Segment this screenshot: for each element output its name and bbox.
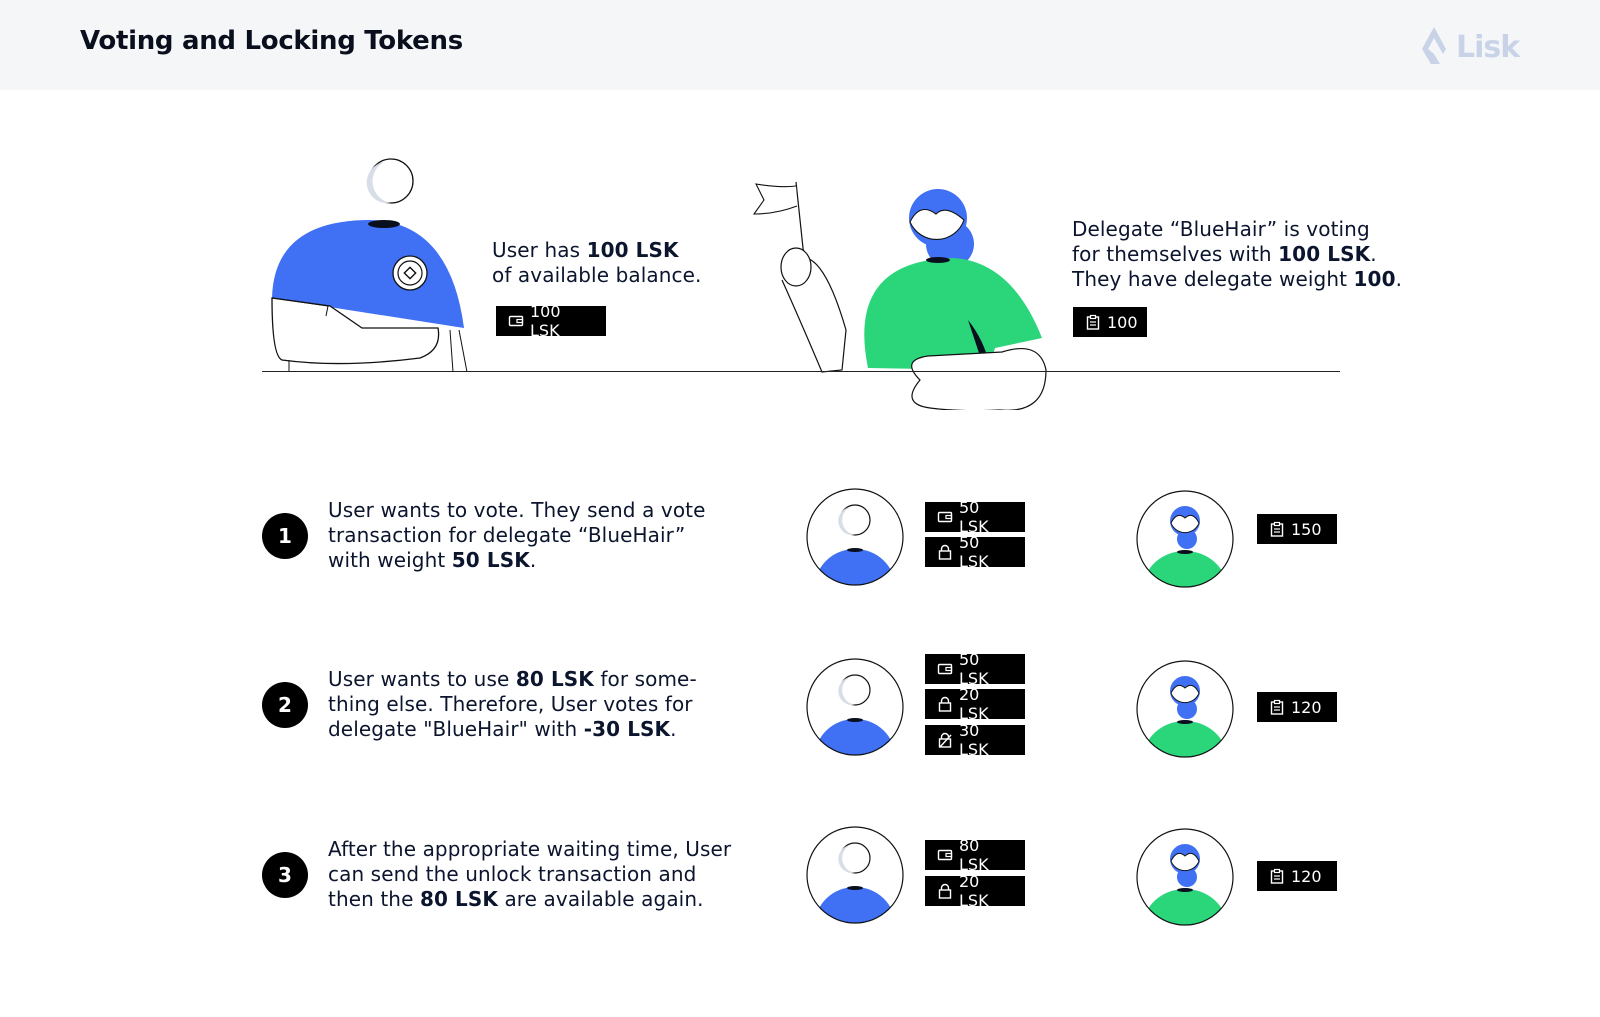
delegate-intro-line1: Delegate “BlueHair” is voting [1072, 217, 1370, 241]
page-title: Voting and Locking Tokens [80, 26, 463, 56]
user-avatar [806, 826, 904, 924]
step-1-number: 1 [262, 513, 308, 559]
step-3-wallet-tag: 80 LSK [925, 836, 1025, 874]
step-2-text: User wants to use 80 LSK for some- thing… [328, 667, 697, 742]
delegate-weight-value: 100 [1107, 312, 1138, 332]
step-2-line3-bold: -30 LSK [583, 717, 671, 741]
step-1-line3-pre: with weight [328, 548, 452, 572]
delegate-intro-line2-bold: 100 LSK [1278, 242, 1371, 266]
user-intro-pre: User has [492, 238, 587, 262]
clipboard-icon [1269, 521, 1285, 537]
step-2-weight-value: 120 [1291, 697, 1322, 717]
step-3-line2: can send the unlock transaction and [328, 862, 697, 886]
step-3-number: 3 [262, 852, 308, 898]
delegate-illustration [752, 181, 1047, 410]
step-1-wallet-value: 50 LSK [959, 498, 989, 536]
user-avatar [806, 488, 904, 586]
delegate-intro-line3-post: . [1395, 267, 1403, 291]
step-1-weight-value: 150 [1291, 519, 1322, 539]
user-intro-bold: 100 LSK [586, 238, 679, 262]
delegate-intro-line3-pre: They have delegate weight [1072, 267, 1354, 291]
step-3-weight-value: 120 [1291, 866, 1322, 886]
step-3-lock-tag: 20 LSK [925, 872, 1025, 910]
step-3-lock-value: 20 LSK [959, 872, 989, 910]
step-1-lock-tag: 50 LSK [925, 533, 1025, 571]
step-1-wallet-tag: 50 LSK [925, 498, 1025, 536]
step-2-lock-tag: 20 LSK [925, 685, 1025, 723]
step-2-line1-post: for some- [593, 667, 697, 691]
step-1-line1: User wants to vote. They send a vote [328, 498, 706, 522]
step-2-weight-tag: 120 [1257, 692, 1337, 722]
delegate-avatar [1136, 660, 1234, 758]
delegate-intro-line3-bold: 100 [1353, 267, 1396, 291]
lock-icon [937, 696, 953, 712]
wallet-icon [937, 661, 953, 677]
step-2-number: 2 [262, 682, 308, 728]
step-1-lock-value: 50 LSK [959, 533, 989, 571]
step-1-weight-tag: 150 [1257, 514, 1337, 544]
user-intro-post: of available balance. [492, 263, 702, 287]
header-bar: Voting and Locking Tokens Lisk [0, 0, 1600, 90]
step-3-line3-bold: 80 LSK [419, 887, 498, 911]
lisk-logo-text: Lisk [1456, 30, 1520, 65]
clipboard-icon [1085, 314, 1101, 330]
delegate-intro-line2-pre: for themselves with [1072, 242, 1279, 266]
lisk-logo-icon [1422, 27, 1446, 64]
delegate-weight-tag: 100 [1073, 307, 1147, 337]
step-3-line1: After the appropriate waiting time, User [328, 837, 732, 861]
step-1-text: User wants to vote. They send a vote tra… [328, 498, 706, 573]
wallet-icon [937, 509, 953, 525]
step-1-line3-bold: 50 LSK [451, 548, 530, 572]
delegate-avatar [1136, 828, 1234, 926]
lock-icon [937, 883, 953, 899]
step-2-wallet-tag: 50 LSK [925, 650, 1025, 688]
step-2-unlocking-tag: 30 LSK [925, 721, 1025, 759]
lisk-logo: Lisk [1418, 24, 1528, 68]
step-3-wallet-value: 80 LSK [959, 836, 989, 874]
lock-icon [937, 544, 953, 560]
user-balance-value: 100 LSK [530, 302, 561, 340]
step-2-lock-value: 20 LSK [959, 685, 989, 723]
wallet-icon [937, 847, 953, 863]
step-2-unlocking-value: 30 LSK [959, 721, 989, 759]
user-intro-text: User has 100 LSK of available balance. [492, 238, 701, 288]
ground-line [262, 371, 1340, 372]
wallet-icon [508, 313, 524, 329]
step-2-wallet-value: 50 LSK [959, 650, 989, 688]
step-3-line3-post: are available again. [497, 887, 704, 911]
step-1-line2: transaction for delegate “BlueHair” [328, 523, 686, 547]
step-2-line3-post: . [670, 717, 677, 741]
step-2-line2: thing else. Therefore, User votes for [328, 692, 693, 716]
step-2-line1-bold: 80 LSK [515, 667, 594, 691]
user-balance-tag: 100 LSK [496, 302, 606, 340]
step-3-weight-tag: 120 [1257, 861, 1337, 891]
delegate-intro-text: Delegate “BlueHair” is voting for themse… [1072, 217, 1402, 292]
clipboard-icon [1269, 699, 1285, 715]
user-illustration [271, 158, 468, 373]
delegate-avatar [1136, 490, 1234, 588]
unlocking-icon [937, 732, 953, 748]
step-1-line3-post: . [529, 548, 537, 572]
step-3-line3-pre: then the [328, 887, 420, 911]
step-2-line3-pre: delegate "BlueHair" with [328, 717, 584, 741]
step-3-text: After the appropriate waiting time, User… [328, 837, 731, 912]
step-2-line1-pre: User wants to use [328, 667, 516, 691]
clipboard-icon [1269, 868, 1285, 884]
user-avatar [806, 658, 904, 756]
delegate-intro-line2-post: . [1370, 242, 1377, 266]
